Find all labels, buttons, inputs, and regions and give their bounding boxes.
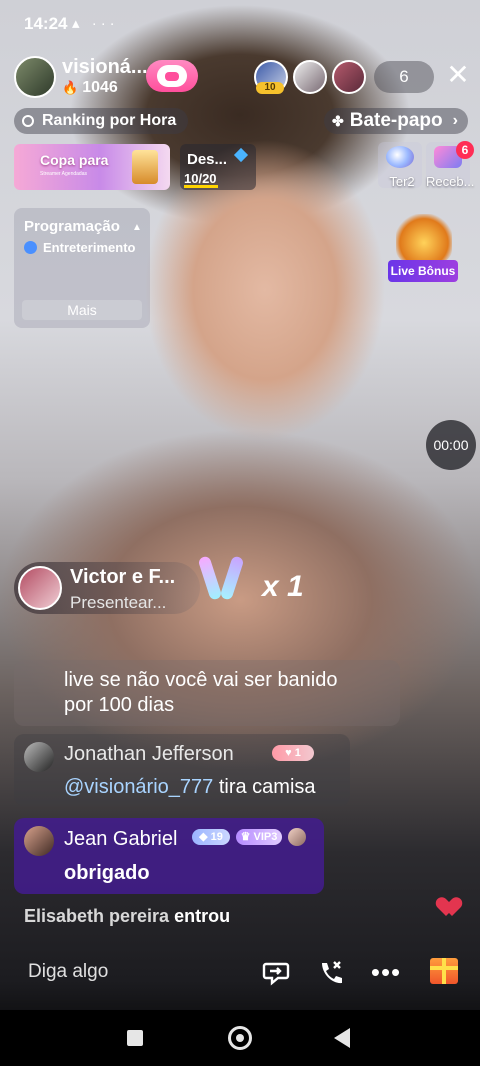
program-panel[interactable]: Programação ▲ Entreterimento Mais [14,208,150,328]
ranking-label: Ranking por Hora [42,112,177,129]
chat-message-text: live se não você vai ser banido por 100 … [64,668,338,718]
cloud-icon [386,146,414,168]
status-bar: 14:24 ▴ ··· [0,0,480,48]
gift-action: Presentear... [70,593,167,612]
follow-button[interactable] [146,60,198,92]
treasure-chest-icon [396,214,452,262]
host-likes: 🔥 1046 [62,79,118,97]
received-label: Receb... [426,174,475,189]
chat-username[interactable]: Jonathan Jefferson [64,743,234,766]
clock-icon [22,115,34,127]
user-avatar[interactable] [24,742,54,772]
close-button[interactable]: ✕ [444,60,472,92]
mic-icon [24,241,37,254]
tier-label: Ter2 [389,174,415,189]
trophy-icon [132,150,158,184]
comment-box[interactable] [14,952,236,994]
user-level-badge: ♥ 1 [272,745,314,761]
gift-multiplier: x 1 [262,570,304,603]
grid-dots-icon: ✤ [332,113,344,129]
caret-up-icon[interactable]: ▲ [132,222,142,233]
mini-avatar-badge [288,828,306,846]
sender-avatar[interactable] [18,566,62,610]
host-avatar[interactable] [14,56,56,98]
vip-badge: ♛ VIP3 [236,829,282,845]
chat-message-highlighted[interactable]: Jean Gabriel ◆ 19 ♛ VIP3 obrigado [14,818,324,894]
flame-icon: 🔥 [62,80,79,95]
user-level-badge: ◆ 19 [192,829,230,845]
event-subtitle: Streamer Agendadas [40,171,87,177]
chat-message-line: live se não você vai ser banido [64,669,338,691]
tier-button[interactable]: Ter2 [378,142,422,189]
received-count-badge: 6 [456,141,474,159]
chevron-right-icon: › [452,112,458,129]
comment-input[interactable] [14,952,234,992]
hourly-ranking-button[interactable]: Ranking por Hora [14,108,189,134]
gift-sender-name: Victor e F... [70,566,176,588]
home-button[interactable] [228,1026,252,1050]
user-level: 1 [294,747,301,759]
phone-icon [322,961,342,984]
join-notice: Elisabeth pereira entrou [24,906,230,927]
viewer-level-badge: 10 [256,82,284,94]
join-username: Elisabeth pereira [24,906,170,926]
live-bonus-label: Live Bônus [388,260,458,282]
program-category-label: Entreterimento [43,240,136,255]
lightstick-right [219,555,245,601]
more-dots-icon: ••• [370,957,402,987]
event-banner[interactable]: Copa para Streamer Agendadas [14,144,170,190]
gem-icon [233,147,249,163]
chat-button[interactable]: ✤ Bate-papo › [324,108,468,134]
call-button[interactable] [310,952,350,992]
lightstick-left [197,555,223,601]
chat-message-text: @visionário_777 tira camisa [64,776,316,799]
vip-label: VIP3 [253,831,278,843]
chat-message[interactable]: live se não você vai ser banido por 100 … [14,660,400,726]
mention[interactable]: @visionário_777 [64,776,213,798]
challenge-title: Des... [187,151,228,168]
live-bonus-button[interactable]: Live Bônus [388,214,458,286]
viewer-count[interactable]: 6 [374,61,434,93]
more-options-button[interactable]: ••• [366,952,406,992]
status-time: 14:24 [24,14,68,33]
heart-icon [440,898,464,918]
chat-message-line: por 100 dias [64,694,175,716]
recent-apps-button[interactable] [127,1030,143,1046]
challenge-progress: 10/20 [184,171,217,186]
viewer-avatar[interactable] [332,60,366,94]
join-action: entrou [174,906,231,926]
status-icons: ▴ ··· [72,15,119,32]
program-category: Entreterimento [24,240,135,255]
chat-label: Bate-papo [349,110,443,131]
chat-message-text: obrigado [64,862,150,884]
share-button[interactable] [256,952,296,992]
host-likes-count: 1046 [82,79,118,96]
close-icon: ✕ [446,59,470,90]
gift-banner: Victor e F... Presentear... [14,562,200,614]
viewer-avatar[interactable] [293,60,327,94]
challenge-progress-bar [184,185,218,188]
wing-heart-icon [157,65,187,87]
gift-button[interactable] [430,958,458,984]
user-level: 19 [210,831,223,843]
challenge-card[interactable]: Des... 10/20 [180,144,256,190]
system-nav-bar [0,1010,480,1066]
event-title: Copa para [40,152,109,168]
user-avatar[interactable] [24,826,54,856]
program-title: Programação [24,218,120,235]
chat-username[interactable]: Jean Gabriel [64,828,177,851]
lightstick-gift-icon [197,552,252,608]
chat-message[interactable]: Jonathan Jefferson ♥ 1 @visionário_777 t… [14,734,350,806]
timer[interactable]: 00:00 [426,420,476,470]
chat-message-body: tira camisa [218,776,316,798]
share-icon [262,962,290,986]
more-button[interactable]: Mais [22,300,142,320]
back-button[interactable] [334,1028,350,1048]
host-name: visioná... [62,56,148,78]
